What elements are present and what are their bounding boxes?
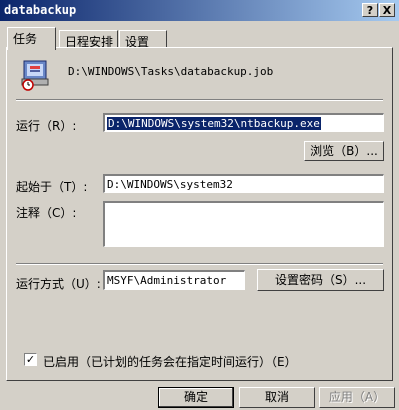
run-as-input-value: MSYF\Administrator [107, 274, 227, 287]
apply-button[interactable]: 应用（A） [319, 387, 395, 408]
divider [16, 99, 383, 101]
start-in-input-value: D:\WINDOWS\system32 [107, 178, 233, 191]
run-input[interactable]: D:\WINDOWS\system32\ntbackup.exe [103, 113, 384, 132]
title-bar: databackup ? X [0, 0, 399, 21]
task-scheduler-icon [20, 59, 52, 91]
run-as-label: 运行方式（U）: [16, 277, 101, 291]
enabled-label: 已启用（已计划的任务会在指定时间运行）（E） [43, 355, 297, 369]
close-button[interactable]: X [379, 3, 395, 17]
task-file-path: D:\WINDOWS\Tasks\databackup.job [68, 65, 274, 78]
start-in-label: 起始于（T）: [16, 180, 88, 194]
browse-button[interactable]: 浏览（B）... [304, 141, 384, 161]
start-in-input[interactable]: D:\WINDOWS\system32 [103, 174, 384, 193]
tab-task[interactable]: 任务 [7, 27, 56, 50]
task-panel: D:\WINDOWS\Tasks\databackup.job 运行（R）: D… [6, 47, 393, 381]
set-password-button[interactable]: 设置密码（S）... [257, 269, 384, 291]
comment-textarea[interactable] [103, 201, 384, 247]
help-button[interactable]: ? [362, 3, 378, 17]
cancel-button[interactable]: 取消 [239, 387, 315, 408]
window-title: databackup [4, 3, 77, 17]
run-label: 运行（R）: [16, 119, 77, 133]
enabled-checkbox[interactable]: ✓ [24, 353, 37, 366]
comment-label: 注释（C）: [16, 206, 77, 220]
run-input-value: D:\WINDOWS\system32\ntbackup.exe [106, 116, 322, 131]
ok-button[interactable]: 确定 [158, 387, 234, 408]
divider [16, 263, 383, 265]
run-as-input[interactable]: MSYF\Administrator [103, 270, 245, 290]
tab-task-label: 任务 [13, 32, 38, 46]
